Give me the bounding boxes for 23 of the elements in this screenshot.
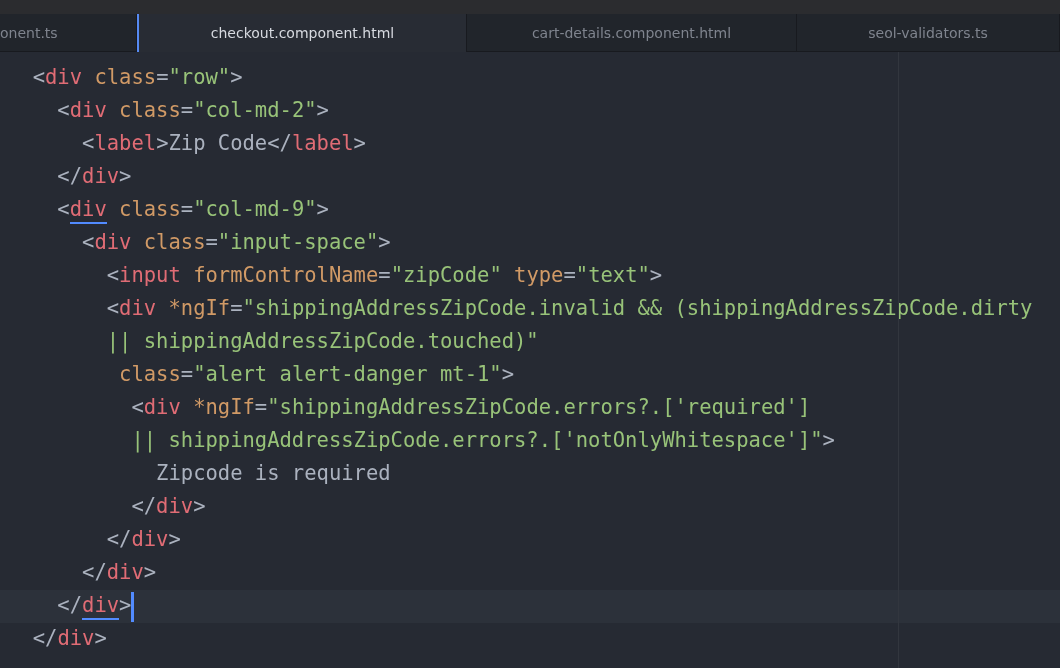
file-tab[interactable]: cart-details.component.html xyxy=(467,14,797,52)
code-line: </div> xyxy=(81,559,157,586)
code-line: <input formControlName="zipCode" type="text"> xyxy=(105,262,663,289)
code-line: <div class="col-md-2"> xyxy=(56,97,329,124)
code-line: <label>Zip Code</label> xyxy=(81,130,366,157)
code-line: || shippingAddressZipCode.errors?.['notOnlyWhitespace']"> xyxy=(130,427,835,455)
code-line: <div *ngIf="shippingAddressZipCode.errors?.['required'] xyxy=(130,394,811,421)
code-line: <div class="col-md-9"> xyxy=(8,196,329,225)
code-line: Zipcode is required xyxy=(155,460,391,487)
code-line: <div class="input-space"> xyxy=(81,229,391,256)
file-tab[interactable]: onent.ts xyxy=(0,14,137,52)
file-tab[interactable]: checkout.component.html xyxy=(137,14,467,52)
text-cursor xyxy=(131,591,135,622)
code-line: </div> xyxy=(56,163,132,190)
code-line: || shippingAddressZipCode.touched)" xyxy=(105,328,539,356)
code-line: </div> xyxy=(8,592,132,621)
code-line: </div> xyxy=(31,625,107,652)
code-line: <div *ngIf="shippingAddressZipCode.invalid && (shippingAddressZipCode.dirty xyxy=(105,295,1033,322)
code-line: </div> xyxy=(105,526,181,553)
code-line: <div class="row"> xyxy=(31,64,243,91)
code-line: </div> xyxy=(130,493,206,520)
code-line: class="alert alert-danger mt-1"> xyxy=(118,361,515,388)
file-tab[interactable]: seol-validators.ts xyxy=(797,14,1060,52)
